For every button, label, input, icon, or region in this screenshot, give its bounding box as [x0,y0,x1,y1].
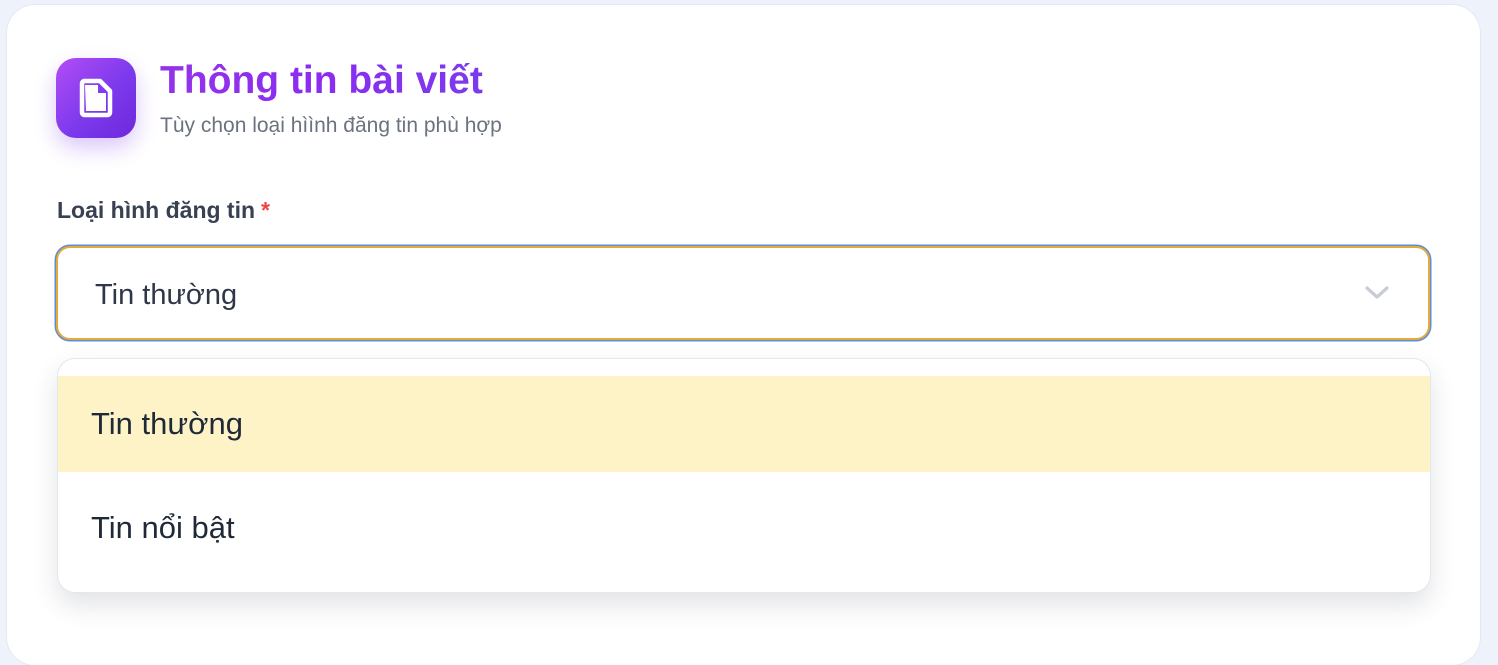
post-type-label: Loại hình đăng tin * [57,196,270,224]
selected-value: Tin thường [95,279,238,311]
required-mark: * [261,197,270,223]
post-type-select[interactable]: Tin thường [56,246,1430,340]
post-type-dropdown: Tin thường Tin nổi bật [57,358,1431,593]
section-subtitle: Tùy chọn loại hìình đăng tin phù hợp [160,114,502,137]
document-icon [56,58,136,138]
chevron-down-icon[interactable] [1364,284,1390,302]
section-title: Thông tin bài viết [160,59,483,102]
post-type-label-text: Loại hình đăng tin [57,197,256,223]
option-tin-thuong[interactable]: Tin thường [58,376,1430,472]
option-tin-noi-bat[interactable]: Tin nổi bật [58,480,1430,576]
